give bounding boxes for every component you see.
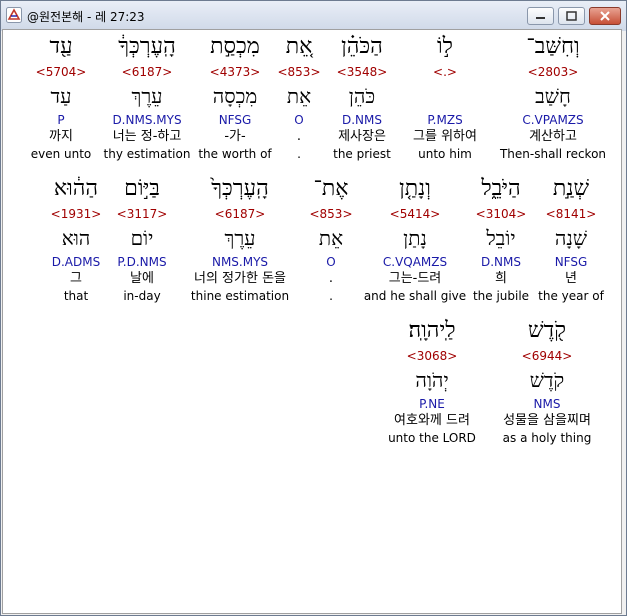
korean-gloss: 그는-드려 <box>388 271 442 286</box>
korean-gloss: 그 <box>70 271 82 286</box>
english-gloss: even unto <box>30 147 92 161</box>
english-gloss: unto the LORD <box>388 431 476 445</box>
word-12[interactable]: הָֽעֶרְכְּךָ֙ <6187> עֵרֶךְ NMS.MYS 너의 정… <box>175 172 305 304</box>
strong-number[interactable]: <3068> <box>377 348 487 364</box>
parsing-code: NFSG <box>218 113 252 127</box>
parsing-code: C.VPAMZS <box>522 113 584 127</box>
korean-gloss: 성물을 삼을찌며 <box>503 413 591 428</box>
parsing-code: P.NE <box>419 397 445 411</box>
app-logo-icon <box>6 7 22 23</box>
parsing-code: D.NMS.MYS <box>112 113 182 127</box>
strong-number[interactable]: <8141> <box>531 206 611 222</box>
lemma: חָשַׁב <box>535 84 571 108</box>
english-gloss: thy estimation <box>103 147 191 161</box>
hebrew-word: אֶת־ <box>313 176 349 201</box>
lemma: שָׁנָה <box>554 226 588 250</box>
english-gloss: as a holy thing <box>502 431 592 445</box>
hebrew-word: לַֽיהוָֽה׃ <box>408 318 456 343</box>
hebrew-word: הָֽעֶרְכְּךָ֔ <box>118 34 176 59</box>
word-7[interactable]: עַ֖ד <5704> עַד P 까지 even unto <box>21 30 101 162</box>
lemma: יוֹבֵל <box>486 226 516 250</box>
hebrew-word: שְׁנַ֣ת <box>552 176 590 201</box>
word-15[interactable]: קֹ֖דֶשׁ <6944> קֹדֶשׁ NMS 성물을 삼을찌며 as a … <box>487 314 607 446</box>
lemma: הוּא <box>61 226 91 250</box>
strong-number[interactable]: <5704> <box>21 64 101 80</box>
english-gloss: the jubile <box>472 289 530 303</box>
word-1[interactable]: וְחִשַּׁב־ <2803> חָשַׁב C.VPAMZS 계산하고 T… <box>493 30 613 162</box>
lemma: עֵרֶךְ <box>224 226 256 250</box>
title-bar: @원전본해 - 레 27:23 <box>1 1 626 31</box>
parsing-code: P.D.NMS <box>117 255 167 269</box>
parsing-code: D.NMS <box>480 255 521 269</box>
lemma: קֹדֶשׁ <box>529 368 565 392</box>
hebrew-word: עַ֖ד <box>49 34 73 59</box>
lemma: יוֹם <box>130 226 154 250</box>
word-5[interactable]: מִכְסַ֣ת <4373> מִכְסָה NFSG -가- the wor… <box>190 30 280 162</box>
maximize-button[interactable] <box>558 7 585 25</box>
lemma: מִכְסָה <box>212 84 258 108</box>
lemma: עַד <box>50 84 72 108</box>
english-gloss: and he shall give <box>363 289 467 303</box>
english-gloss: . <box>329 289 333 303</box>
parsing-code: P <box>57 113 65 127</box>
lemma: נָתַן <box>403 226 427 250</box>
parsing-code: NFSG <box>554 255 588 269</box>
word-11[interactable]: אֶת־ <853> אֵת O . . <box>301 172 361 304</box>
parsing-code: NMS.MYS <box>211 255 269 269</box>
strong-number[interactable]: <3104> <box>461 206 541 222</box>
word-16[interactable]: לַֽיהוָֽה׃ <3068> יְהֹוָה P.NE 여호와께 드려 u… <box>377 314 487 446</box>
lemma: יְהֹוָה <box>415 368 449 392</box>
english-gloss: the worth of <box>198 147 272 161</box>
strong-number[interactable]: <6187> <box>97 64 197 80</box>
hebrew-word: הַה֔וּא <box>53 176 99 201</box>
korean-gloss: . <box>328 271 334 286</box>
korean-gloss: 까지 <box>49 129 73 144</box>
korean-gloss: 계산하고 <box>529 129 577 144</box>
close-button[interactable] <box>589 7 621 25</box>
word-13[interactable]: בַּיּ֣וֹם <3117> יוֹם P.D.NMS 날에 in-day <box>107 172 177 304</box>
lemma: עֵרֶךְ <box>131 84 163 108</box>
strong-number[interactable]: <6944> <box>487 348 607 364</box>
korean-gloss: 희 <box>495 271 507 286</box>
english-gloss: in-day <box>123 289 161 303</box>
korean-gloss: -가- <box>224 129 246 144</box>
parsing-code: NMS <box>533 397 561 411</box>
window-title: @원전본해 - 레 27:23 <box>27 10 145 24</box>
strong-number[interactable]: <6187> <box>175 206 305 222</box>
lemma: אֵת <box>318 226 344 250</box>
hebrew-word: וְנָתַ֤ן <box>399 176 431 201</box>
hebrew-word: בַּיּ֣וֹם <box>124 176 160 201</box>
korean-gloss: 너는 정-하고 <box>112 129 182 144</box>
korean-gloss: 년 <box>565 271 577 286</box>
hebrew-word: וְחִשַּׁב־ <box>526 34 580 59</box>
korean-gloss: 여호와께 드려 <box>394 413 470 428</box>
hebrew-word: הָֽעֶרְכְּךָ֙ <box>211 176 269 201</box>
strong-number[interactable]: <4373> <box>190 64 280 80</box>
word-6[interactable]: הָֽעֶרְכְּךָ֔ <6187> עֵרֶךְ D.NMS.MYS 너는… <box>97 30 197 162</box>
word-14[interactable]: הַה֔וּא <1931> הוּא D.ADMS 그 that <box>41 172 111 304</box>
korean-gloss: 너의 정가한 돈을 <box>194 271 286 286</box>
parsing-code: O <box>326 255 336 269</box>
strong-number[interactable]: <1931> <box>41 206 111 222</box>
strong-number[interactable]: <5414> <box>359 206 471 222</box>
korean-gloss: 날에 <box>130 271 154 286</box>
word-10[interactable]: וְנָתַ֤ן <5414> נָתַן C.VQAMZS 그는-드려 and… <box>359 172 471 304</box>
word-8[interactable]: שְׁנַ֣ת <8141> שָׁנָה NFSG 년 the year of <box>531 172 611 304</box>
english-gloss: that <box>63 289 89 303</box>
english-gloss: thine estimation <box>190 289 290 303</box>
english-gloss: Then-shall reckon <box>499 147 607 161</box>
interlinear-panel: וְחִשַּׁב־ <2803> חָשַׁב C.VPAMZS 계산하고 T… <box>2 29 622 614</box>
hebrew-word: קֹ֖דֶשׁ <box>528 318 566 343</box>
parsing-code: C.VQAMZS <box>382 255 448 269</box>
hebrew-word: הַיֹּבֵ֑ל <box>481 176 521 201</box>
parsing-code: D.ADMS <box>51 255 101 269</box>
word-9[interactable]: הַיֹּבֵ֑ל <3104> יוֹבֵל D.NMS 희 the jubi… <box>461 172 541 304</box>
strong-number[interactable]: <2803> <box>493 64 613 80</box>
strong-number[interactable]: <3117> <box>107 206 177 222</box>
minimize-button[interactable] <box>527 7 554 25</box>
hebrew-word: מִכְסַ֣ת <box>210 34 260 59</box>
english-gloss: the year of <box>538 289 604 303</box>
strong-number[interactable]: <853> <box>301 206 361 222</box>
